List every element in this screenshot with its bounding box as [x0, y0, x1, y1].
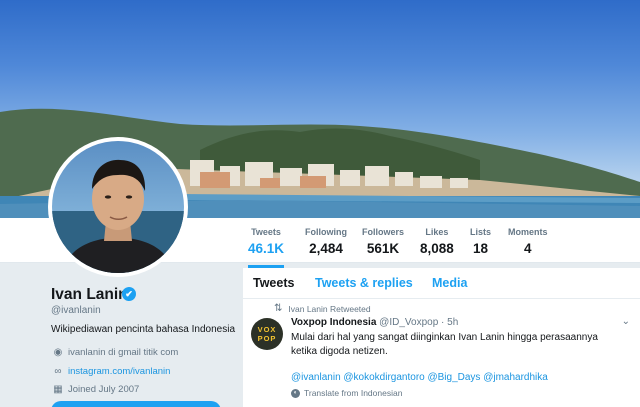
stat-label: Followers — [362, 227, 405, 237]
profile-name[interactable]: Ivan Lanin — [51, 286, 128, 304]
location-pin-icon: ◉ — [53, 347, 63, 358]
stat-value: 18 — [472, 241, 489, 256]
verified-badge-icon: ✔ — [122, 287, 136, 301]
stat-label: Lists — [470, 227, 492, 237]
avatar-logo-top: VOX — [257, 325, 277, 334]
timeline-panel: Tweets Tweets & replies Media ⇅ Ivan Lan… — [243, 268, 640, 407]
tweet-text: Mulai dari hal yang sangat diinginkan Iv… — [291, 332, 598, 357]
chevron-down-icon[interactable]: ⌄ — [622, 316, 630, 327]
translate-link[interactable]: ◐ Translate from Indonesian — [291, 388, 402, 398]
stat-value: 46.1K — [248, 241, 285, 256]
stat-moments[interactable]: Moments 4 — [508, 227, 548, 257]
stat-following[interactable]: Following 2,484 — [305, 227, 347, 257]
stat-label: Moments — [508, 227, 548, 237]
stat-lists[interactable]: Lists 18 — [470, 227, 491, 257]
profile-avatar[interactable] — [48, 137, 188, 277]
stat-value: 2,484 — [309, 241, 343, 256]
tab-tweets-and-replies[interactable]: Tweets & replies — [315, 276, 413, 290]
profile-website[interactable]: ∞ instagram.com/ivanlanin — [51, 366, 170, 377]
stat-value: 8,088 — [420, 241, 454, 256]
avatar-photo — [52, 141, 184, 273]
stat-followers[interactable]: Followers 561K — [362, 227, 404, 257]
follow-button[interactable] — [51, 401, 221, 407]
stat-tweets[interactable]: Tweets 46.1K — [248, 227, 285, 268]
profile-handle: @ivanlanin — [51, 305, 101, 316]
stat-label: Tweets — [251, 227, 281, 237]
stat-value: 561K — [366, 241, 400, 256]
profile-website-link[interactable]: instagram.com/ivanlanin — [68, 366, 170, 377]
tweet-header: Voxpop Indonesia @ID_Voxpop · 5h — [291, 317, 458, 328]
tweet-author-name[interactable]: Voxpop Indonesia — [291, 317, 376, 328]
profile-joined-text: Joined July 2007 — [68, 384, 140, 395]
tab-media[interactable]: Media — [432, 276, 467, 290]
tweet-mentions[interactable]: @ivanlanin @kokokdirgantoro @Big_Days @j… — [291, 372, 548, 383]
stat-likes[interactable]: Likes 8,088 — [420, 227, 454, 257]
retweet-icon: ⇅ — [274, 303, 283, 314]
profile-joined: ▦ Joined July 2007 — [51, 384, 139, 395]
profile-location: ◉ ivanlanin di gmail titik com — [51, 347, 179, 358]
stat-value: 4 — [524, 241, 532, 256]
profile-location-text: ivanlanin di gmail titik com — [68, 347, 179, 358]
profile-bio: Wikipediawan pencinta bahasa Indonesia — [51, 324, 236, 335]
stat-label: Following — [305, 227, 347, 237]
retweet-context: ⇅ Ivan Lanin Retweeted — [274, 303, 371, 314]
avatar-logo-bottom: POP — [257, 334, 277, 343]
tab-tweets[interactable]: Tweets — [253, 276, 294, 290]
link-icon: ∞ — [54, 366, 62, 377]
retweet-context-text[interactable]: Ivan Lanin Retweeted — [288, 304, 370, 314]
stat-label: Likes — [425, 227, 449, 237]
tweet-author-avatar[interactable]: VOX POP — [251, 318, 283, 350]
tweet-author-handle-time[interactable]: @ID_Voxpop · 5h — [379, 317, 458, 328]
globe-icon: ◐ — [291, 388, 300, 398]
calendar-icon: ▦ — [53, 384, 63, 395]
translate-text[interactable]: Translate from Indonesian — [304, 388, 402, 398]
timeline-tabs: Tweets Tweets & replies Media — [243, 268, 640, 299]
